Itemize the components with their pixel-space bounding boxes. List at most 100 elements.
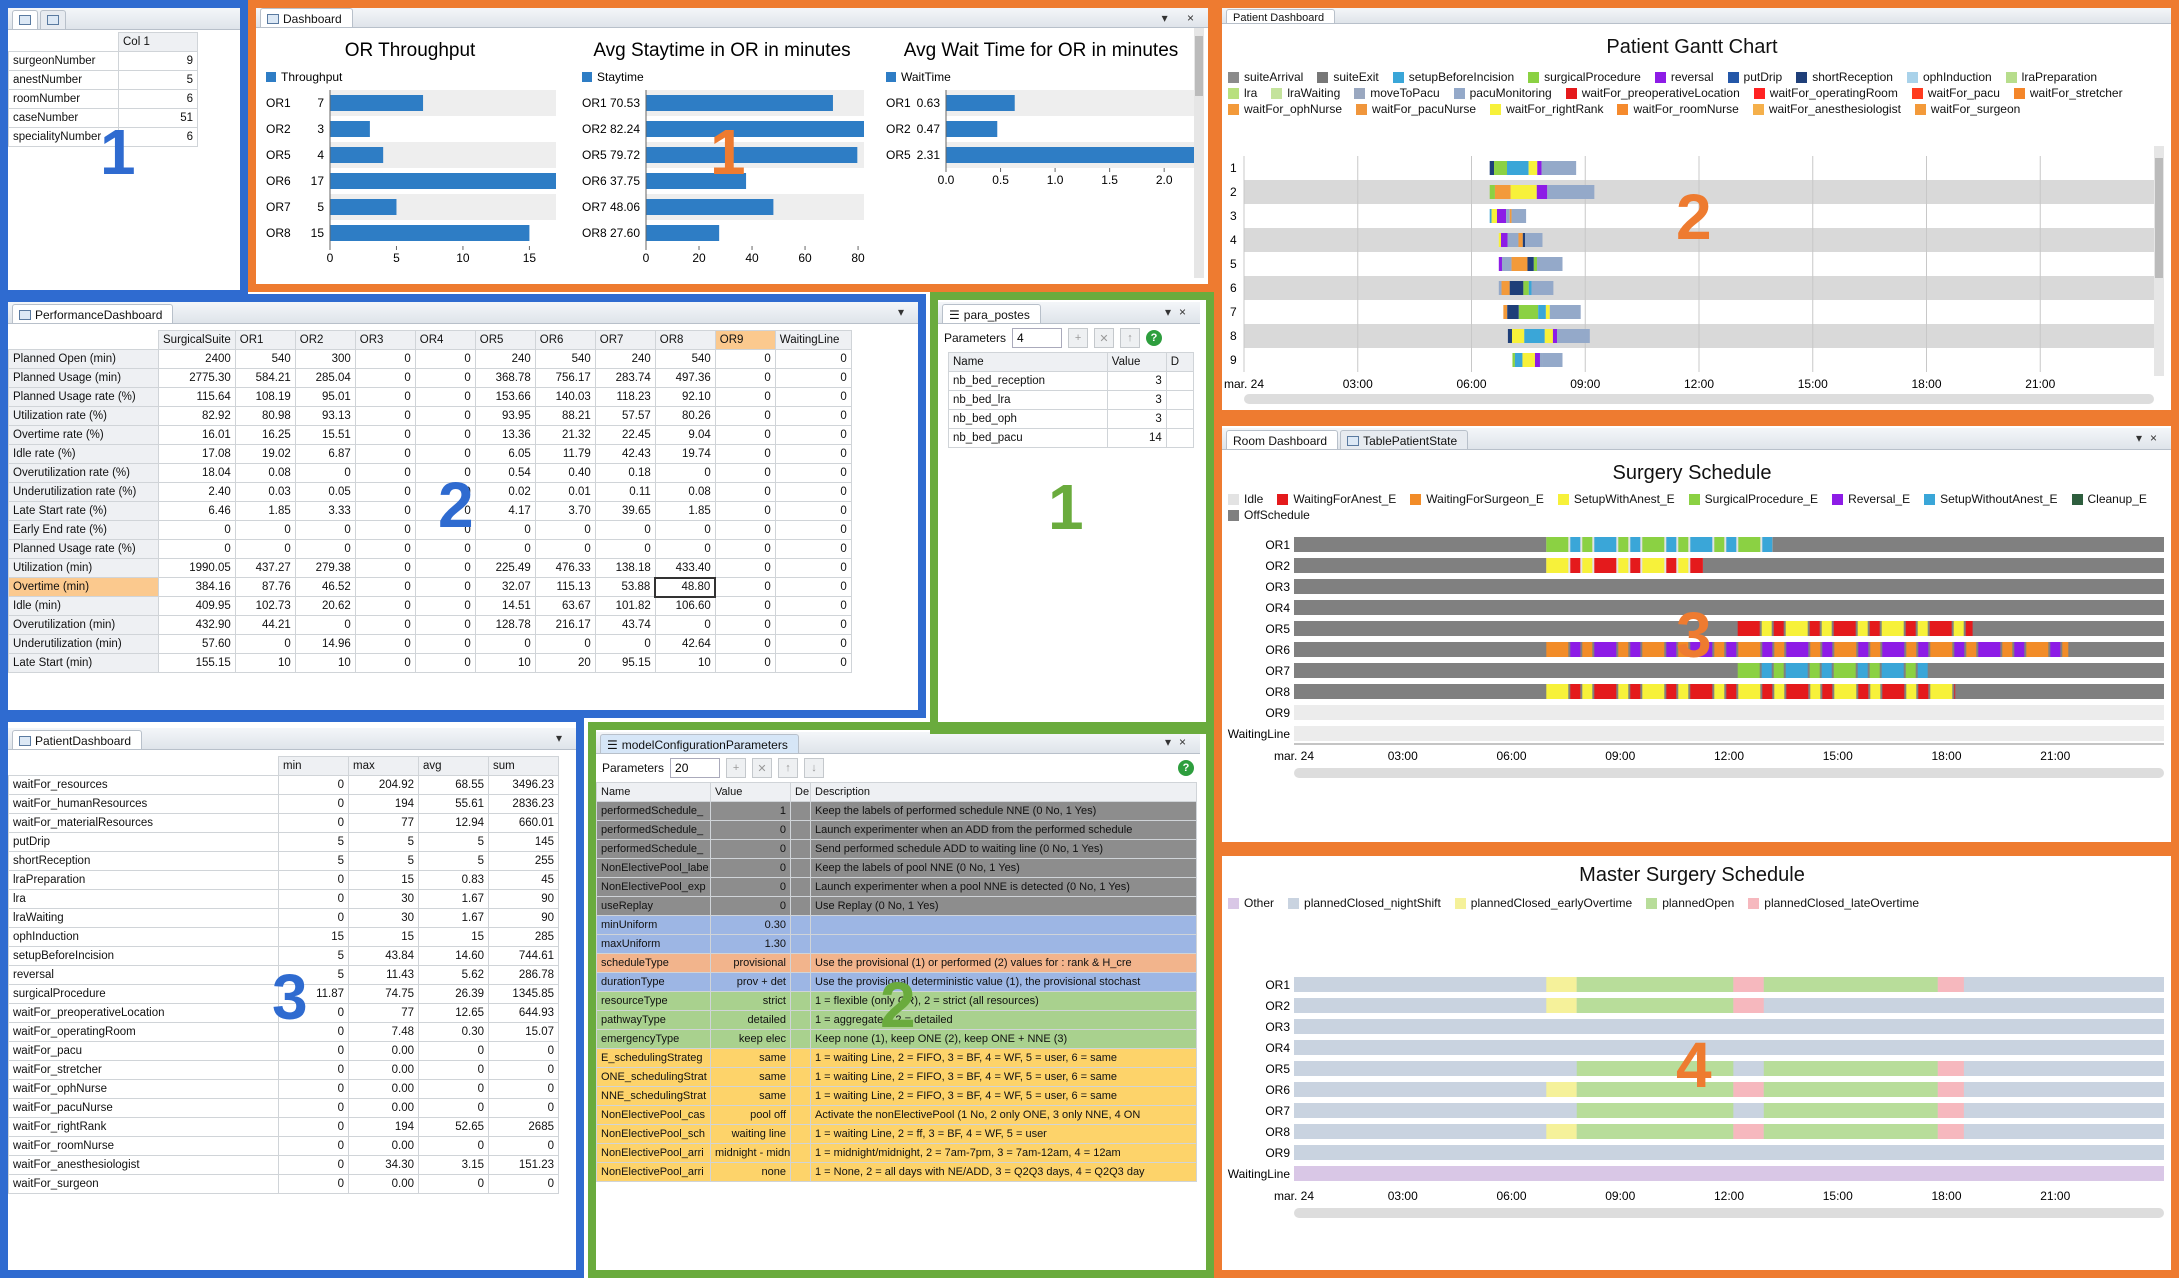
row-label: Planned Open (min) (8, 349, 159, 369)
window-controls[interactable]: ▾ (556, 731, 570, 745)
column-header[interactable]: OR7 (594, 330, 656, 350)
tab-para-postes[interactable]: ☰ para_postes (942, 304, 1041, 323)
table-row[interactable]: NonElectivePool_exp 0 Launch experimenter … (596, 877, 1197, 897)
column-header[interactable]: De (790, 782, 811, 802)
table-row[interactable]: NNE_schedulingStrat same 1 = waiting Line,… (596, 1086, 1197, 1106)
tab-performance-dashboard[interactable]: PerformanceDashboard (12, 304, 174, 323)
column-header[interactable]: max (348, 756, 419, 776)
planned-open (1576, 1103, 1734, 1118)
legend-swatch (1490, 103, 1502, 115)
column-header[interactable]: sum (488, 756, 559, 776)
param-value: 14 (1106, 428, 1167, 448)
schedule-segment (1690, 558, 1703, 573)
parameters-count-input[interactable] (1012, 328, 1063, 348)
column-header[interactable]: OR3 (354, 330, 416, 350)
table-row[interactable]: minUniform 0.30 (596, 915, 1197, 935)
table-row[interactable]: nb_bed_oph 3 (948, 409, 1195, 429)
gantt-segment (1500, 233, 1508, 247)
table-row[interactable]: performedSchedule_ 0 Send performed schedu… (596, 839, 1197, 859)
column-header[interactable]: OR9 (714, 330, 776, 350)
value-cell: 0 (714, 558, 776, 578)
add-icon[interactable]: + (1068, 328, 1089, 348)
param-de (790, 915, 811, 935)
table-row[interactable]: NonElectivePool_arri none 1 = None, 2 = al… (596, 1162, 1197, 1182)
window-controls[interactable]: ▾× (1165, 735, 1194, 749)
schedule-segment (1642, 642, 1665, 657)
column-header[interactable]: OR4 (414, 330, 476, 350)
tab-model-config[interactable]: ☰ modelConfigurationParameters (600, 734, 799, 753)
value-cell: 0 (474, 634, 536, 654)
column-header[interactable]: avg (418, 756, 489, 776)
column-header[interactable]: OR2 (294, 330, 356, 350)
tab-table-2[interactable] (40, 10, 66, 29)
surgery-legend: Idle WaitingForAnest_E WaitingForSurgeon_E… (1228, 492, 2148, 522)
column-header[interactable]: SurgicalSuite (158, 330, 236, 350)
add-icon[interactable]: + (726, 758, 747, 778)
tab-patient-stats[interactable]: PatientDashboard (12, 730, 143, 749)
table-row[interactable]: maxUniform 1.30 (596, 934, 1197, 954)
window-controls[interactable]: ▾ (898, 305, 912, 319)
delete-icon[interactable]: ✕ (752, 758, 773, 778)
value-cell: 7.48 (348, 1022, 419, 1042)
column-header[interactable]: WaitingLine (774, 330, 852, 350)
off-schedule-bar (1294, 600, 2164, 615)
help-icon[interactable]: ? (1178, 760, 1194, 776)
legend-swatch (1392, 71, 1404, 83)
table-row[interactable]: nb_bed_reception 3 (948, 371, 1195, 391)
value-cell: 0.01 (534, 482, 596, 502)
column-header[interactable]: OR1 (234, 330, 296, 350)
schedule-segment (1738, 642, 1761, 657)
value-cell: 0 (414, 444, 476, 464)
table-row[interactable]: NonElectivePool_sch waiting line 1 = waiti… (596, 1124, 1197, 1144)
row-label: Underutilization (min) (8, 634, 159, 654)
x-tick-label: 21:00 (2040, 749, 2070, 763)
column-header[interactable]: Name (596, 782, 711, 802)
tab-room-dashboard[interactable]: Room Dashboard (1226, 430, 1339, 449)
up-arrow-icon[interactable]: ↑ (1120, 328, 1141, 348)
value-cell: 140.03 (534, 387, 596, 407)
table-row[interactable]: useReplay 0 Use Replay (0 No, 1 Yes) (596, 896, 1197, 916)
table-row[interactable]: nb_bed_lra 3 (948, 390, 1195, 410)
column-header[interactable]: OR5 (474, 330, 536, 350)
table-row: waitFor_anesthesiologist 0 34.30 3.15 151.23 (8, 1155, 559, 1175)
table-row[interactable]: NonElectivePool_labe 0 Keep the labels of … (596, 858, 1197, 878)
value-cell: 1.67 (418, 908, 489, 928)
table-row[interactable]: NonElectivePool_cas pool off Activate the … (596, 1105, 1197, 1125)
column-header[interactable]: min (278, 756, 349, 776)
table-row[interactable]: nb_bed_pacu 14 (948, 428, 1195, 448)
column-header[interactable]: OR6 (534, 330, 596, 350)
window-controls[interactable]: ▾ × (1162, 11, 1202, 25)
schedule-segment (1917, 621, 1928, 636)
tab-table-patient-state[interactable]: TablePatientState (1340, 430, 1469, 449)
param-value: 0 (710, 877, 791, 897)
value-cell: 14.96 (294, 634, 356, 654)
column-header[interactable]: Value (710, 782, 791, 802)
table-row[interactable]: NonElectivePool_arrimidnight - midnight 1… (596, 1143, 1197, 1163)
tab-patient-dashboard[interactable]: Patient Dashboard (1226, 9, 1336, 24)
gantt-segment (1537, 257, 1563, 271)
down-arrow-icon[interactable]: ↓ (804, 758, 825, 778)
delete-icon[interactable]: ✕ (1094, 328, 1115, 348)
help-icon[interactable]: ? (1146, 330, 1163, 346)
param-name: nb_bed_lra (948, 390, 1108, 410)
value-cell: 0 (278, 889, 349, 909)
gantt-segment (1537, 161, 1542, 175)
table-row[interactable]: performedSchedule_ 0 Launch experimenter w… (596, 820, 1197, 840)
window-controls[interactable]: ▾× (1165, 305, 1194, 319)
parameters-count-input[interactable] (670, 758, 721, 778)
gantt-segment (1506, 161, 1529, 175)
window-controls[interactable]: ▾× (2136, 431, 2165, 445)
tab-table-1[interactable] (12, 10, 38, 29)
value-cell: 0 (354, 520, 416, 540)
value-cell: 644.93 (488, 1003, 559, 1023)
table-row[interactable]: E_schedulingStrateg same 1 = waiting Line,… (596, 1048, 1197, 1068)
tab-dashboard[interactable]: Dashboard (260, 8, 353, 27)
param-name: nb_bed_reception (948, 371, 1108, 391)
column-header[interactable]: OR8 (654, 330, 716, 350)
value-cell: 44.21 (234, 615, 296, 635)
up-arrow-icon[interactable]: ↑ (778, 758, 799, 778)
table-row[interactable]: ONE_schedulingStrat same 1 = waiting Line,… (596, 1067, 1197, 1087)
column-header[interactable]: Description (810, 782, 1197, 802)
schedule-segment (1618, 537, 1629, 552)
table-row[interactable]: performedSchedule_ 1 Keep the labels of pe… (596, 801, 1197, 821)
